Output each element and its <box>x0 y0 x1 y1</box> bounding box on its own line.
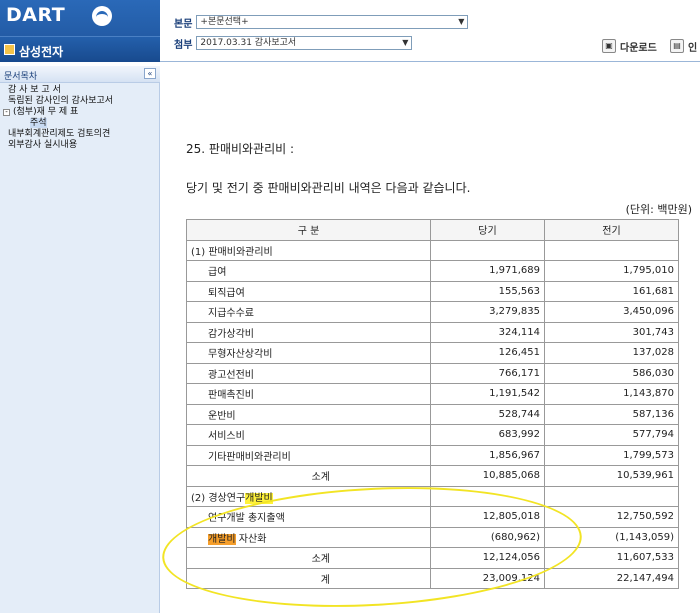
table-row: 지급수수료 3,279,835 3,450,096 <box>186 301 679 323</box>
table-row: 개발비 자산화 (680,962) (1,143,059) <box>186 526 679 548</box>
header-current: 당기 <box>430 219 545 241</box>
table-row: 광고선전비 766,171 586,030 <box>186 362 679 384</box>
toc-item-financial-statements[interactable]: - (첨부)재 무 제 표 <box>0 107 160 118</box>
header-previous: 전기 <box>544 219 679 241</box>
attach-row: 첨부 2017.03.31 감사보고서 ▼ <box>174 36 413 51</box>
main-doc-select-value: +본문선택+ <box>200 17 249 27</box>
header-category: 구 분 <box>186 219 431 241</box>
main-doc-select[interactable]: +본문선택+ ▼ <box>196 15 469 29</box>
table-row: 판매촉진비 1,191,542 1,143,870 <box>186 383 679 405</box>
section-description: 당기 및 전기 중 판매비와관리비 내역은 다음과 같습니다. <box>186 181 471 195</box>
main-doc-row: 본문 +본문선택+ ▼ <box>174 15 469 30</box>
chevron-down-icon: ▼ <box>458 17 465 26</box>
table-row: (2) 경상연구개발비 <box>186 485 679 507</box>
company-icon <box>4 44 15 55</box>
table-row: (1) 판매비와관리비 <box>186 239 679 261</box>
company-name: 삼성전자 <box>19 45 64 59</box>
table-row-total: 계 23,009,124 22,147,494 <box>186 567 679 589</box>
toc-item-auditor-report[interactable]: 독립된 감사인의 감사보고서 <box>0 96 160 107</box>
download-label: 다운로드 <box>620 42 657 54</box>
save-icon: ▣ <box>602 39 616 53</box>
table-row: 퇴직급여 155,563 161,681 <box>186 280 679 302</box>
sidebar-header: 문서목차 « <box>0 66 160 83</box>
table-row: 연구개발 총지출액 12,805,018 12,750,592 <box>186 506 679 528</box>
attach-label: 첨부 <box>174 39 193 51</box>
table-row-subtotal: 소계 10,885,068 10,539,961 <box>186 465 679 487</box>
table-header-row: 구 분 당기 전기 <box>186 219 679 241</box>
dart-logo[interactable]: DART <box>6 4 65 26</box>
print-label: 인 <box>688 42 698 54</box>
table-row-subtotal: 소계 12,124,056 11,607,533 <box>186 547 679 569</box>
table-row: 서비스비 683,992 577,794 <box>186 424 679 446</box>
main-doc-label: 본문 <box>174 18 193 30</box>
minus-icon[interactable]: - <box>3 109 10 116</box>
brand-area: DART 삼성전자 <box>0 0 160 62</box>
chevron-down-icon: ▼ <box>402 38 409 47</box>
sidebar-title: 문서목차 <box>4 72 38 82</box>
toc-item-notes[interactable]: 주석 <box>0 118 160 129</box>
expense-table: 구 분 당기 전기 (1) 판매비와관리비 급여 1,971,689 1,795,0… <box>186 219 679 589</box>
attach-select[interactable]: 2017.03.31 감사보고서 ▼ <box>196 36 413 50</box>
toc-item-audit-report[interactable]: 감 사 보 고 서 <box>0 85 160 96</box>
highlight-text: 개발비 <box>245 492 273 504</box>
download-button[interactable]: ▣ 다운로드 <box>602 38 657 54</box>
sidebar: 문서목차 « 감 사 보 고 서 독립된 감사인의 감사보고서 - (첨부)재 … <box>0 66 160 613</box>
section-title: 25. 판매비와관리비 : <box>186 142 295 156</box>
unit-label: (단위: 백만원) <box>625 203 692 216</box>
toc-tree: 감 사 보 고 서 독립된 감사인의 감사보고서 - (첨부)재 무 제 표 주… <box>0 85 160 151</box>
company-bar: 삼성전자 <box>0 36 160 62</box>
table-row: 무형자산상각비 126,451 137,028 <box>186 342 679 364</box>
dart-logo-icon <box>92 6 112 26</box>
collapse-sidebar-button[interactable]: « <box>144 68 156 79</box>
header: DART 삼성전자 본문 +본문선택+ ▼ 첨부 2017.03.31 감사보고… <box>0 0 700 62</box>
attach-select-value: 2017.03.31 감사보고서 <box>200 38 297 48</box>
toc-item-internal-control[interactable]: 내부회계관리제도 검토의견 <box>0 129 160 140</box>
table-row: 기타판매비와관리비 1,856,967 1,799,573 <box>186 444 679 466</box>
table-row: 감가상각비 324,114 301,743 <box>186 321 679 343</box>
highlight-text: 개발비 <box>208 533 236 545</box>
print-icon: ▤ <box>670 39 684 53</box>
header-divider <box>160 61 700 62</box>
table-row: 급여 1,971,689 1,795,010 <box>186 260 679 282</box>
toc-item-external-audit[interactable]: 외부감사 실시내용 <box>0 140 160 151</box>
print-button[interactable]: ▤ 인 <box>670 38 697 54</box>
table-row: 운반비 528,744 587,136 <box>186 403 679 425</box>
